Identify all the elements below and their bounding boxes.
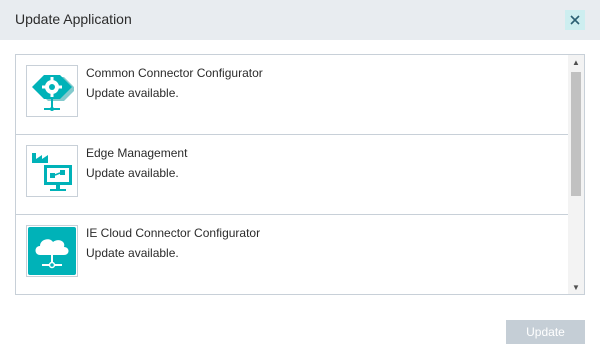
app-name: Common Connector Configurator (86, 66, 263, 80)
list-item[interactable]: Common Connector Configurator Update ava… (16, 55, 568, 135)
close-button[interactable] (565, 10, 585, 30)
cloud-network-icon (28, 227, 76, 275)
app-icon-box (26, 225, 78, 277)
list-item[interactable]: Edge Management Update available. (16, 135, 568, 215)
list-item[interactable]: IE Cloud Connector Configurator Update a… (16, 215, 568, 294)
app-list-panel: Common Connector Configurator Update ava… (15, 54, 585, 295)
scroll-down-arrow-icon[interactable]: ▼ (568, 280, 584, 294)
app-status: Update available. (86, 166, 179, 180)
edge-management-icon (32, 153, 72, 191)
dialog-title: Update Application (15, 11, 132, 27)
dialog-header: Update Application (0, 0, 600, 40)
app-list: Common Connector Configurator Update ava… (16, 55, 568, 294)
update-button[interactable]: Update (506, 320, 585, 344)
app-status: Update available. (86, 86, 179, 100)
vertical-scrollbar[interactable]: ▲ ▼ (568, 55, 584, 294)
gear-connector-icon (32, 75, 74, 111)
close-icon (570, 15, 580, 25)
app-name: IE Cloud Connector Configurator (86, 226, 261, 240)
app-icon-box (26, 145, 78, 197)
scrollbar-thumb[interactable] (571, 72, 581, 196)
app-name: Edge Management (86, 146, 188, 160)
update-application-dialog: Update Application Common Connector Conf… (0, 0, 600, 350)
app-icon-box (26, 65, 78, 117)
scroll-up-arrow-icon[interactable]: ▲ (568, 55, 584, 69)
app-status: Update available. (86, 246, 179, 260)
